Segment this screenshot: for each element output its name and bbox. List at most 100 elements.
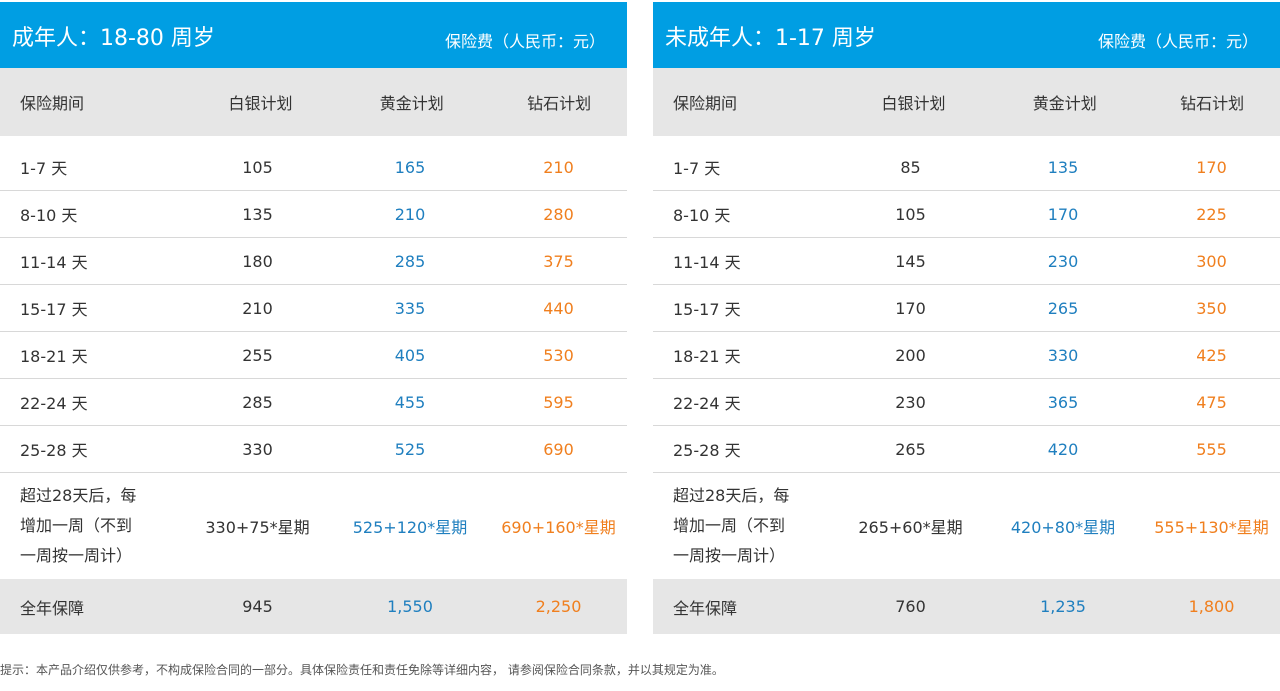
silver-price: 105: [242, 157, 273, 177]
annual-coverage-row: 全年保障 760 1,235 1,800: [653, 579, 1280, 634]
silver-price: 265+60*星期: [858, 518, 963, 537]
silver-price: 265: [895, 439, 926, 459]
table-title: 成年人：18-80 周岁: [12, 26, 215, 51]
gold-price: 405: [394, 345, 426, 365]
table-row: 22-24 天 285 455 595: [0, 379, 627, 426]
table-row: 11-14 天 180 285 375: [0, 238, 627, 285]
diamond-price: 475: [1196, 392, 1227, 412]
diamond-price: 350: [1196, 298, 1227, 318]
extra-week-line: 一周按一周计）: [20, 546, 133, 565]
extra-week-row: 超过28天后，每 增加一周（不到 一周按一周计） 265+60*星期 420+8…: [653, 473, 1280, 579]
diamond-price: 690+160*星期: [501, 518, 616, 537]
table-title: 未成年人：1-17 周岁: [665, 26, 876, 51]
extra-week-line: 超过28天后，每: [20, 486, 137, 505]
diamond-price: 225: [1196, 204, 1227, 224]
period-cell: 1-7 天: [673, 159, 721, 178]
disclaimer-note: 提示：本产品介绍仅供参考，不构成保险合同的一部分。具体保险责任和责任免除等详细内…: [0, 663, 724, 677]
period-cell: 15-17 天: [20, 300, 88, 319]
col-period-header: 保险期间: [673, 94, 738, 113]
silver-price: 285: [242, 392, 273, 412]
diamond-price: 440: [543, 298, 574, 318]
silver-price: 330: [242, 439, 273, 459]
period-cell: 18-21 天: [20, 347, 88, 366]
column-header-row: 保险期间 白银计划 黄金计划 钻石计划: [0, 68, 627, 136]
period-cell: 18-21 天: [673, 347, 741, 366]
silver-price: 255: [242, 345, 273, 365]
period-cell: 全年保障: [20, 598, 85, 618]
period-cell: 1-7 天: [20, 159, 68, 178]
col-silver-header: 白银计划: [228, 94, 293, 113]
period-cell: 11-14 天: [20, 253, 88, 272]
silver-price: 180: [242, 251, 273, 271]
gold-price: 525: [394, 439, 426, 459]
silver-price: 945: [242, 597, 273, 616]
minor-premium-table: 未成年人：1-17 周岁 保险费（人民币：元） 保险期间 白银计划 黄金计划 钻…: [653, 2, 1280, 634]
silver-price: 85: [900, 157, 921, 177]
table-row: 8-10 天 135 210 280: [0, 191, 627, 238]
col-silver-header: 白银计划: [881, 94, 946, 113]
gold-price: 230: [1047, 251, 1079, 271]
gold-price: 365: [1047, 392, 1079, 412]
table-header-bar: 成年人：18-80 周岁 保险费（人民币：元）: [0, 2, 627, 68]
table-row: 25-28 天 330 525 690: [0, 426, 627, 473]
table-row: 1-7 天 85 135 170: [653, 144, 1280, 191]
period-cell: 全年保障: [673, 598, 738, 618]
silver-price: 330+75*星期: [205, 518, 310, 537]
period-cell: 11-14 天: [673, 253, 741, 272]
extra-week-line: 一周按一周计）: [673, 546, 786, 565]
extra-week-line: 增加一周（不到: [20, 516, 133, 535]
column-header-row: 保险期间 白银计划 黄金计划 钻石计划: [653, 68, 1280, 136]
col-gold-header: 黄金计划: [1032, 94, 1097, 113]
silver-price: 230: [895, 392, 926, 412]
diamond-price: 595: [543, 392, 574, 412]
gold-price: 135: [1047, 157, 1079, 177]
table-row: 15-17 天 170 265 350: [653, 285, 1280, 332]
silver-price: 170: [895, 298, 926, 318]
table-row: 25-28 天 265 420 555: [653, 426, 1280, 473]
silver-price: 145: [895, 251, 926, 271]
gold-price: 330: [1047, 345, 1079, 365]
table-header-bar: 未成年人：1-17 周岁 保险费（人民币：元）: [653, 2, 1280, 68]
diamond-price: 210: [543, 157, 574, 177]
gold-price: 210: [394, 204, 426, 224]
diamond-price: 690: [543, 439, 574, 459]
table-row: 11-14 天 145 230 300: [653, 238, 1280, 285]
col-period-header: 保险期间: [20, 94, 85, 113]
gold-price: 525+120*星期: [352, 518, 468, 537]
extra-week-line: 超过28天后，每: [673, 486, 790, 505]
gold-price: 420+80*星期: [1010, 518, 1116, 537]
period-cell: 22-24 天: [20, 394, 88, 413]
extra-week-description: 超过28天后，每 增加一周（不到 一周按一周计）: [0, 481, 185, 571]
gold-price: 285: [394, 251, 426, 271]
period-cell: 22-24 天: [673, 394, 741, 413]
extra-week-line: 增加一周（不到: [673, 516, 786, 535]
period-cell: 25-28 天: [673, 441, 741, 460]
diamond-price: 425: [1196, 345, 1227, 365]
period-cell: 15-17 天: [673, 300, 741, 319]
silver-price: 135: [242, 204, 273, 224]
currency-unit: 保险费（人民币：元）: [1097, 32, 1258, 51]
period-cell: 25-28 天: [20, 441, 88, 460]
period-cell: 8-10 天: [673, 206, 731, 225]
extra-week-description: 超过28天后，每 增加一周（不到 一周按一周计）: [653, 481, 838, 571]
annual-coverage-row: 全年保障 945 1,550 2,250: [0, 579, 627, 634]
silver-price: 760: [895, 597, 926, 616]
table-row: 22-24 天 230 365 475: [653, 379, 1280, 426]
table-row: 18-21 天 255 405 530: [0, 332, 627, 379]
diamond-price: 1,800: [1188, 597, 1235, 616]
gold-price: 1,235: [1040, 597, 1086, 616]
gold-price: 1,550: [387, 597, 433, 616]
gold-price: 170: [1047, 204, 1079, 224]
col-diamond-header: 钻石计划: [527, 94, 592, 113]
silver-price: 105: [895, 204, 926, 224]
gold-price: 420: [1047, 439, 1079, 459]
diamond-price: 2,250: [535, 597, 582, 616]
diamond-price: 530: [543, 345, 574, 365]
table-row: 1-7 天 105 165 210: [0, 144, 627, 191]
diamond-price: 555+130*星期: [1154, 518, 1269, 537]
table-row: 8-10 天 105 170 225: [653, 191, 1280, 238]
diamond-price: 170: [1196, 157, 1227, 177]
diamond-price: 300: [1196, 251, 1227, 271]
gold-price: 165: [394, 157, 426, 177]
table-row: 18-21 天 200 330 425: [653, 332, 1280, 379]
